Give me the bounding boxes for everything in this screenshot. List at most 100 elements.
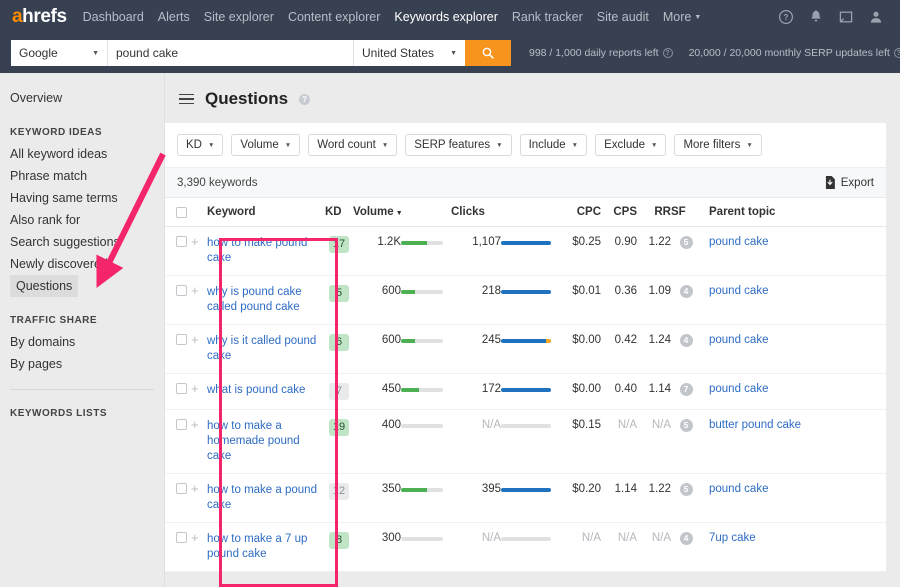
nav-item-keywords-explorer[interactable]: Keywords explorer [394,10,498,24]
keyword-link[interactable]: how to make a pound cake [207,483,325,513]
select-all-checkbox[interactable] [176,207,187,218]
rr-value: 1.09 [649,285,671,297]
keyword-link[interactable]: how to make pound cake [207,236,325,266]
column-header-keyword[interactable]: Keyword [207,198,325,227]
country-select[interactable]: United States ▼ [353,40,465,66]
cpc-value: $0.00 [572,334,601,346]
hamburger-icon[interactable] [179,94,194,105]
column-header-parent-topic[interactable]: Parent topic [701,198,886,227]
search-input[interactable] [108,40,353,66]
cps-value: 0.90 [615,236,637,248]
info-icon[interactable]: ? [663,48,673,58]
sidebar-item-phrase-match[interactable]: Phrase match [0,165,164,187]
nav-item-rank-tracker[interactable]: Rank tracker [512,10,583,24]
clicks-bar [501,339,551,343]
row-checkbox[interactable] [176,334,187,345]
account-icon[interactable] [868,9,884,25]
volume-value: 400 [382,419,401,431]
add-to-list-icon[interactable]: + [191,332,199,347]
nav-item-content-explorer[interactable]: Content explorer [288,10,380,24]
sort-desc-icon: ▼ [396,210,403,217]
table-row[interactable]: +how to make a 7 up pound cake8300N/AN/A… [165,523,886,572]
table-row[interactable]: +how to make a homemade pound cake19400N… [165,410,886,474]
sidebar-item-by-pages[interactable]: By pages [0,353,164,375]
filter-volume-button[interactable]: Volume▼ [231,134,300,156]
parent-topic-link[interactable]: butter pound cake [709,419,801,431]
column-label: Volume [353,206,394,218]
filter-exclude-button[interactable]: Exclude▼ [595,134,666,156]
add-to-list-icon[interactable]: + [191,530,199,545]
row-checkbox[interactable] [176,532,187,543]
chat-icon[interactable] [838,9,854,25]
row-checkbox[interactable] [176,383,187,394]
filter-more-filters-button[interactable]: More filters▼ [674,134,761,156]
add-to-list-icon[interactable]: + [191,283,199,298]
info-icon[interactable]: ? [894,48,900,58]
filter-kd-button[interactable]: KD▼ [177,134,223,156]
nav-item-site-audit[interactable]: Site audit [597,10,649,24]
sidebar-item-having-same-terms[interactable]: Having same terms [0,187,164,209]
kd-cell: 6 [325,325,353,374]
table-row[interactable]: +why is pound cake called pound cake5600… [165,276,886,325]
sidebar-item-search-suggestions[interactable]: Search suggestions [0,231,164,253]
filter-word-count-button[interactable]: Word count▼ [308,134,397,156]
table-row[interactable]: +why is it called pound cake6600245$0.00… [165,325,886,374]
sidebar-item-newly-discovered[interactable]: Newly discovered [0,253,164,275]
sidebar-item-all-keyword-ideas[interactable]: All keyword ideas [0,143,164,165]
search-group: Google ▼ United States ▼ [11,40,511,66]
search-engine-select[interactable]: Google ▼ [11,40,108,66]
nav-item-more[interactable]: More▼ [663,10,701,24]
sidebar-item-overview[interactable]: Overview [0,87,164,109]
table-row[interactable]: +how to make pound cake171.2K1,107$0.250… [165,227,886,276]
add-to-list-icon[interactable]: + [191,234,199,249]
column-header-sf[interactable]: SF [671,198,701,227]
row-checkbox[interactable] [176,285,187,296]
table-row[interactable]: +how to make a pound cake12350395$0.201.… [165,474,886,523]
keyword-link[interactable]: why is it called pound cake [207,334,325,364]
keyword-link[interactable]: why is pound cake called pound cake [207,285,325,315]
column-header-clicks[interactable]: Clicks [451,198,501,227]
nav-item-dashboard[interactable]: Dashboard [83,10,144,24]
filter-serp-features-button[interactable]: SERP features▼ [405,134,511,156]
volume-bar [401,537,443,541]
parent-topic-link[interactable]: pound cake [709,334,768,346]
ahrefs-logo[interactable]: ahrefs [12,6,67,28]
parent-topic-link[interactable]: 7up cake [709,532,756,544]
sidebar-item-label: By pages [10,357,62,371]
nav-item-alerts[interactable]: Alerts [158,10,190,24]
sf-cell: 5 [671,227,701,276]
column-header-cpc[interactable]: CPC [559,198,601,227]
row-checkbox[interactable] [176,236,187,247]
row-add-cell: + [191,523,207,572]
table-row[interactable]: +what is pound cake7450172$0.000.401.147… [165,374,886,410]
row-checkbox[interactable] [176,419,187,430]
filter-include-button[interactable]: Include▼ [520,134,588,156]
row-checkbox[interactable] [176,483,187,494]
keyword-link[interactable]: what is pound cake [207,383,325,398]
search-button[interactable] [465,40,511,66]
help-icon[interactable]: ? [778,9,794,25]
add-to-list-icon[interactable]: + [191,481,199,496]
nav-item-site-explorer[interactable]: Site explorer [204,10,274,24]
sidebar-item-questions[interactable]: Questions [10,275,78,297]
parent-topic-link[interactable]: pound cake [709,483,768,495]
column-header-kd[interactable]: KD [325,198,353,227]
column-header-rr[interactable]: RR [637,198,671,227]
parent-topic-link[interactable]: pound cake [709,236,768,248]
column-header-cps[interactable]: CPS [601,198,637,227]
column-header-volume[interactable]: Volume▼ [353,198,401,227]
export-button[interactable]: Export [824,176,874,189]
parent-topic-link[interactable]: pound cake [709,383,768,395]
sf-badge: 5 [680,419,693,432]
sidebar-item-also-rank-for[interactable]: Also rank for [0,209,164,231]
keyword-link[interactable]: how to make a homemade pound cake [207,419,325,464]
sidebar-item-by-domains[interactable]: By domains [0,331,164,353]
add-to-list-icon[interactable]: + [191,381,199,396]
clicks-value: 218 [482,285,501,297]
add-to-list-icon[interactable]: + [191,417,199,432]
keyword-link[interactable]: how to make a 7 up pound cake [207,532,325,562]
chevron-down-icon: ▼ [92,50,99,57]
info-icon[interactable]: ? [299,94,310,105]
bell-icon[interactable] [808,9,824,25]
parent-topic-link[interactable]: pound cake [709,285,768,297]
